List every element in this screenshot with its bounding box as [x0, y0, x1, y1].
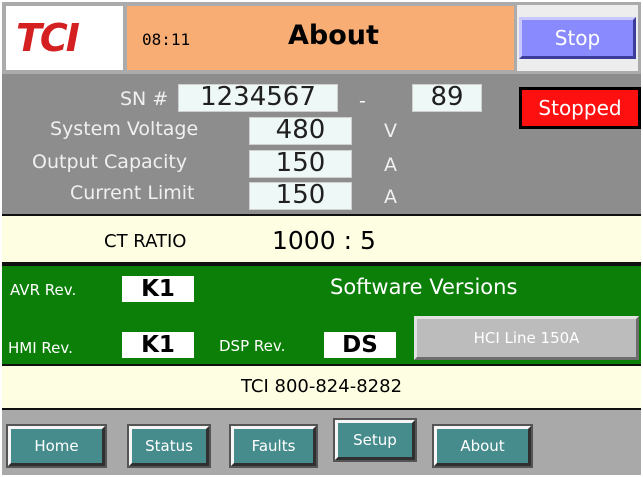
output-capacity-label: Output Capacity: [32, 151, 188, 173]
software-versions-title: Software Versions: [330, 275, 518, 299]
avr-rev-label: AVR Rev.: [10, 281, 77, 299]
current-limit-field: 150: [249, 182, 352, 210]
support-phone: TCI 800-824-8282: [240, 376, 403, 397]
nav-setup-button[interactable]: Setup: [333, 418, 417, 462]
system-voltage-field: 480: [249, 117, 352, 145]
hmi-rev-label: HMI Rev.: [8, 339, 73, 357]
tci-logo: TCI: [16, 16, 80, 60]
clock: 08:11: [142, 30, 191, 49]
nav-status-button[interactable]: Status: [127, 424, 211, 468]
serial-number-field: 1234567: [178, 84, 338, 112]
current-limit-label: Current Limit: [70, 182, 195, 204]
stop-button[interactable]: Stop: [519, 17, 636, 59]
status-badge: Stopped: [519, 87, 641, 129]
output-capacity-unit: A: [384, 154, 397, 176]
serial-suffix-field: 89: [412, 84, 482, 112]
page-title: About: [288, 20, 379, 51]
system-voltage-label: System Voltage: [50, 118, 199, 140]
output-capacity-field: 150: [249, 150, 352, 178]
avr-rev-value: K1: [122, 276, 194, 302]
dsp-rev-value: DS: [324, 332, 396, 358]
ct-ratio-value: 1000 : 5: [272, 226, 376, 255]
nav-faults-button[interactable]: Faults: [229, 424, 318, 468]
ct-ratio-label: CT RATIO: [104, 231, 187, 252]
hmi-screen: TCI 08:11 About Stop SN # 1234567 - 89 S…: [2, 2, 641, 475]
product-info-button[interactable]: HCI Line 150A: [414, 316, 639, 360]
serial-number-label: SN #: [120, 88, 169, 110]
current-limit-unit: A: [384, 186, 397, 208]
nav-about-button[interactable]: About: [432, 424, 533, 468]
system-voltage-unit: V: [384, 120, 397, 142]
dsp-rev-label: DSP Rev.: [219, 337, 286, 355]
serial-number-separator: -: [359, 90, 366, 112]
hmi-rev-value: K1: [122, 332, 194, 358]
nav-home-button[interactable]: Home: [6, 424, 107, 468]
